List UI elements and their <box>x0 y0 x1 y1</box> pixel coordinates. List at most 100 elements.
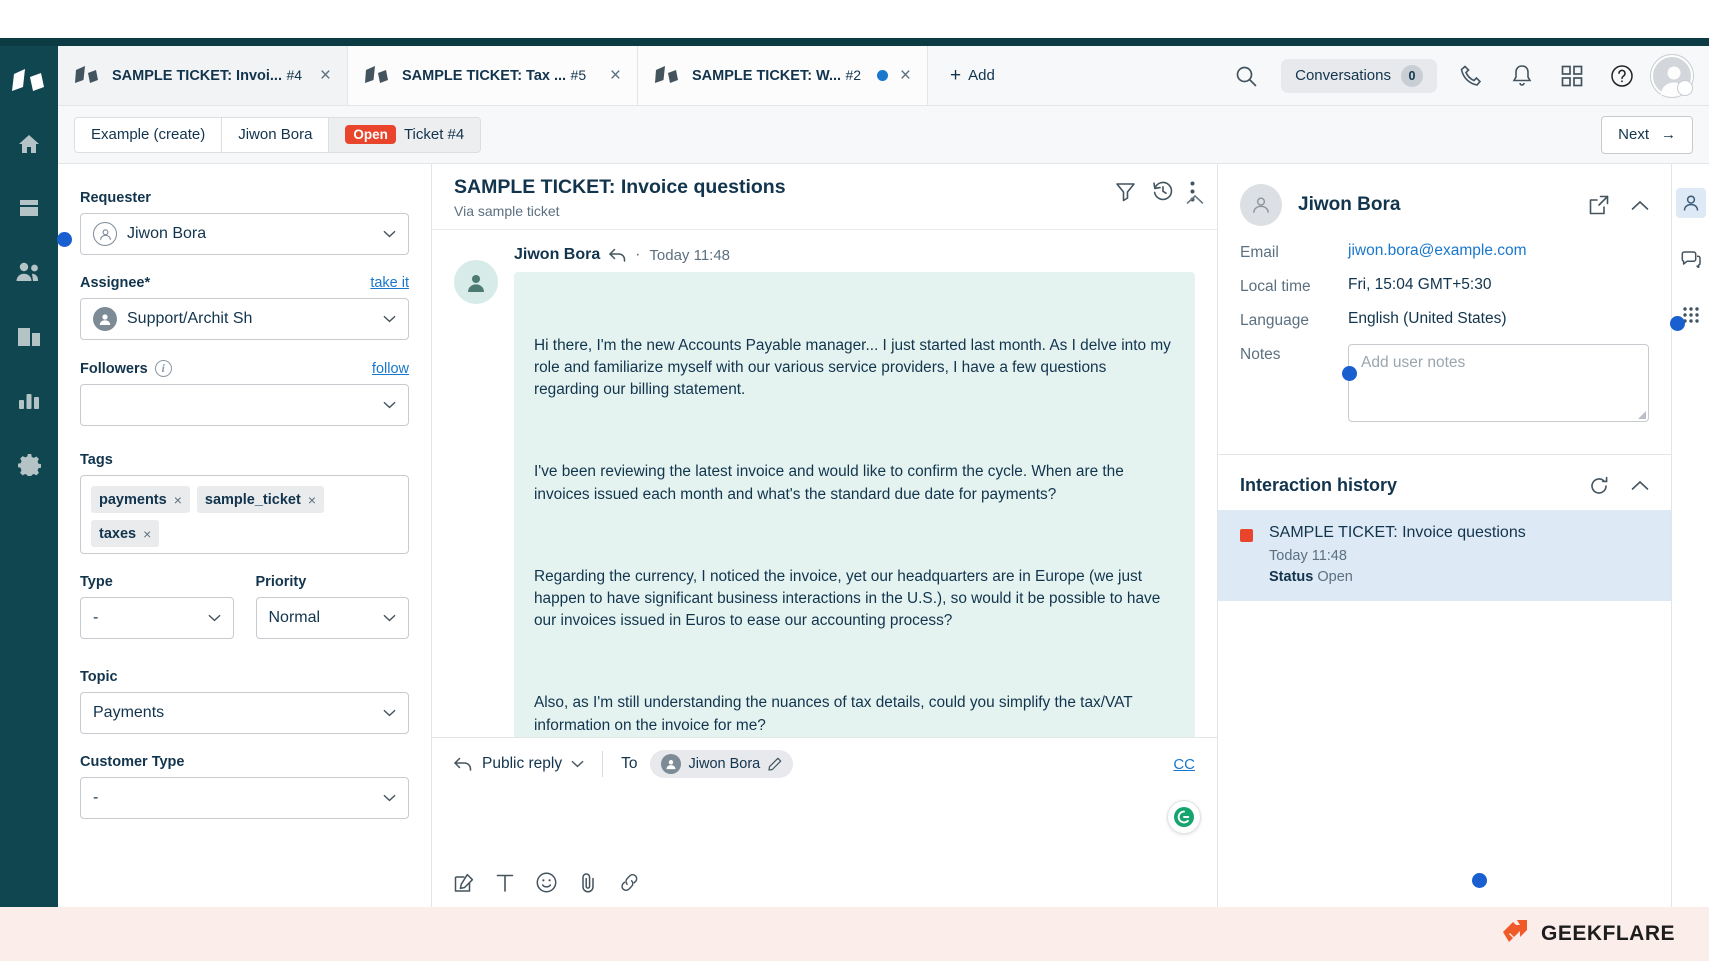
tag-remove-icon[interactable]: × <box>143 526 151 542</box>
related-tickets-icon[interactable] <box>1676 244 1706 274</box>
phone-icon[interactable] <box>1449 53 1495 99</box>
type-select[interactable]: - <box>80 597 234 639</box>
interaction-status-value: Open <box>1317 569 1352 585</box>
followers-select[interactable] <box>80 384 409 426</box>
nav-settings-icon[interactable] <box>7 442 51 486</box>
chevron-down-icon <box>383 614 396 622</box>
canned-response-icon[interactable] <box>454 873 474 893</box>
reply-arrow-icon[interactable] <box>609 248 626 262</box>
nav-contacts-icon[interactable] <box>7 250 51 294</box>
chevron-down-icon <box>383 230 396 238</box>
customer-type-label-row: Customer Type <box>80 754 409 770</box>
tag-chip[interactable]: payments × <box>91 486 190 513</box>
reply-textarea[interactable] <box>432 790 1217 872</box>
ticket-tab-text: SAMPLE TICKET: Tax ... #5 <box>402 66 598 86</box>
topic-label: Topic <box>80 669 118 685</box>
collapse-contact-chevron-icon[interactable] <box>1631 200 1649 211</box>
customer-type-select[interactable]: - <box>80 777 409 819</box>
watermark-bar: GEEKFLARE <box>0 907 1709 961</box>
priority-select[interactable]: Normal <box>256 597 410 639</box>
app-root: SAMPLE TICKET: Invoi... #4 × SAMPLE TICK… <box>0 0 1709 961</box>
nav-tickets-icon[interactable] <box>7 186 51 230</box>
ticket-tab-title: SAMPLE TICKET: Tax ... <box>402 68 566 84</box>
next-button-label: Next <box>1618 126 1649 143</box>
requester-select[interactable]: Jiwon Bora <box>80 213 409 255</box>
notes-input[interactable]: Add user notes <box>1348 344 1649 422</box>
followers-field: Followers i follow <box>80 360 409 426</box>
contact-field-label: Local time <box>1240 276 1348 296</box>
user-avatar[interactable] <box>1649 53 1695 99</box>
collapse-history-chevron-icon[interactable] <box>1631 480 1649 491</box>
contact-email-value[interactable]: jiwon.bora@example.com <box>1348 242 1527 260</box>
breadcrumb-item-ticket[interactable]: Open Ticket #4 <box>329 118 480 152</box>
tags-input[interactable]: payments × sample_ticket × taxes × <box>80 475 409 554</box>
breadcrumb-item-1[interactable]: Jiwon Bora <box>222 118 329 152</box>
assignee-select[interactable]: Support/Archit Sh <box>80 298 409 340</box>
emoji-icon[interactable] <box>536 872 557 893</box>
followers-label-text: Followers <box>80 361 148 377</box>
follow-link[interactable]: follow <box>372 361 409 377</box>
grammarly-icon[interactable] <box>1167 800 1201 834</box>
followers-label-row: Followers i follow <box>80 360 409 377</box>
tag-chip[interactable]: taxes × <box>91 520 159 547</box>
reply-recipient-chip[interactable]: Jiwon Bora <box>650 750 794 778</box>
history-icon[interactable] <box>1152 180 1174 202</box>
contact-details-icon[interactable] <box>1676 188 1706 218</box>
tag-remove-icon[interactable]: × <box>308 492 316 508</box>
link-icon[interactable] <box>619 872 640 893</box>
attachment-icon[interactable] <box>579 872 597 893</box>
priority-label-row: Priority <box>256 574 410 590</box>
topic-select[interactable]: Payments <box>80 692 409 734</box>
contact-panel: Jiwon Bora Email jiwon.bora@example.com … <box>1218 164 1672 907</box>
apps-grid-icon[interactable] <box>1549 53 1595 99</box>
collapse-panel-chevron-icon[interactable] <box>1186 192 1204 210</box>
help-icon[interactable] <box>1599 53 1645 99</box>
topic-label-row: Topic <box>80 669 409 685</box>
requester-value: Jiwon Bora <box>127 225 373 243</box>
nav-companies-icon[interactable] <box>7 314 51 358</box>
nav-home-icon[interactable] <box>7 122 51 166</box>
conversations-button[interactable]: Conversations 0 <box>1281 59 1437 93</box>
ticket-tab-close-icon[interactable]: × <box>900 66 911 85</box>
reply-mode-selector[interactable]: Public reply <box>482 755 584 773</box>
page-title: SAMPLE TICKET: Invoice questions <box>454 176 786 199</box>
cc-link[interactable]: CC <box>1173 756 1195 773</box>
info-icon[interactable]: i <box>155 360 172 377</box>
tag-chip[interactable]: sample_ticket × <box>197 486 324 513</box>
ticket-tab-title: SAMPLE TICKET: Invoi... <box>112 68 282 84</box>
open-external-icon[interactable] <box>1589 195 1609 215</box>
ticket-tab-close-icon[interactable]: × <box>320 66 331 85</box>
notes-label: Notes <box>1240 344 1348 364</box>
chevron-down-icon <box>571 760 584 768</box>
tag-remove-icon[interactable]: × <box>174 492 182 508</box>
breadcrumb-item-0[interactable]: Example (create) <box>75 118 222 152</box>
customer-type-field: Customer Type - <box>80 754 409 819</box>
topic-value: Payments <box>93 704 373 722</box>
edit-pencil-icon[interactable] <box>768 757 782 771</box>
ticket-tab-number: #5 <box>571 67 587 83</box>
ticket-tab-close-icon[interactable]: × <box>610 66 621 85</box>
brand-logo-icon[interactable] <box>10 62 48 100</box>
filter-icon[interactable] <box>1115 181 1136 202</box>
take-it-link[interactable]: take it <box>370 275 409 291</box>
text-format-icon[interactable] <box>496 873 514 893</box>
ticket-tab-2[interactable]: SAMPLE TICKET: W... #2 × <box>638 46 928 105</box>
type-label: Type <box>80 574 113 590</box>
search-icon[interactable] <box>1223 53 1269 99</box>
next-ticket-button[interactable]: Next → <box>1601 116 1693 154</box>
notifications-bell-icon[interactable] <box>1499 53 1545 99</box>
contact-header: Jiwon Bora <box>1218 164 1671 242</box>
refresh-icon[interactable] <box>1589 476 1609 496</box>
window-top-dark-band <box>0 38 1709 46</box>
message-meta-separator: · <box>635 246 640 264</box>
reply-icon[interactable] <box>454 757 472 771</box>
tag-label: payments <box>99 492 167 508</box>
add-tab-button[interactable]: + Add <box>928 46 1017 105</box>
contact-field-local-time: Local time Fri, 15:04 GMT+5:30 <box>1240 276 1649 296</box>
ticket-tab-0[interactable]: SAMPLE TICKET: Invoi... #4 × <box>58 46 348 105</box>
nav-reports-icon[interactable] <box>7 378 51 422</box>
interaction-history-item[interactable]: SAMPLE TICKET: Invoice questions Today 1… <box>1218 510 1671 601</box>
ticket-tab-1[interactable]: SAMPLE TICKET: Tax ... #5 × <box>348 46 638 105</box>
geekflare-watermark: GEEKFLARE <box>1500 917 1675 952</box>
interaction-subject: SAMPLE TICKET: Invoice questions <box>1269 524 1649 542</box>
